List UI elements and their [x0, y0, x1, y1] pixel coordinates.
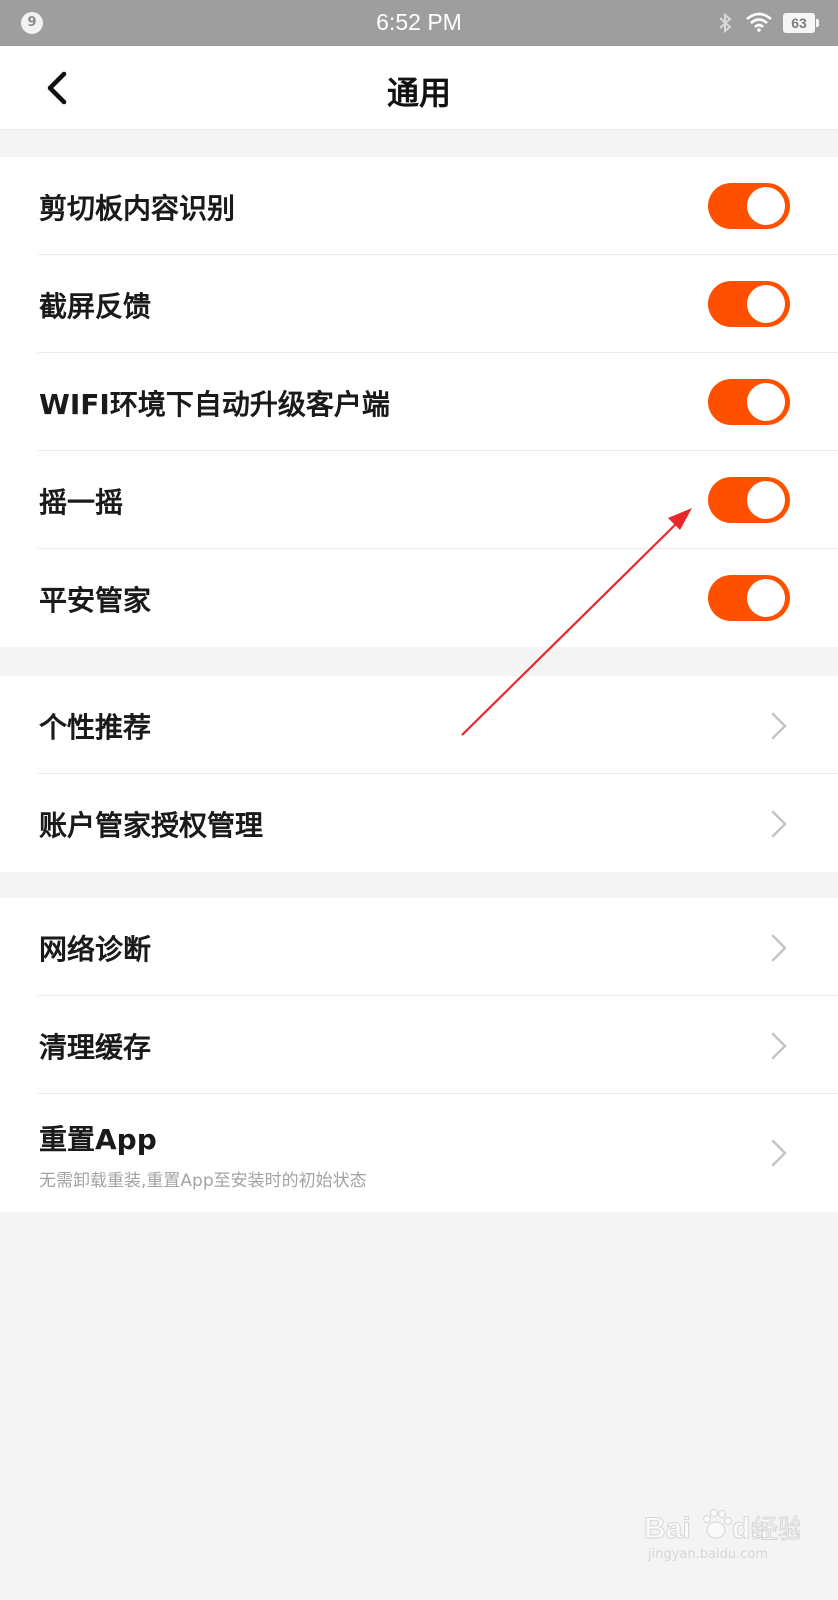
chevron-right-icon — [771, 712, 787, 740]
setting-label: 截屏反馈 — [39, 290, 152, 323]
page-title: 通用 — [386, 74, 451, 112]
setting-row-clear-cache[interactable]: 清理缓存 — [0, 996, 838, 1094]
setting-label: 账户管家授权管理 — [39, 809, 264, 842]
paw-icon — [703, 1509, 732, 1539]
setting-row-wifi-auto-upgrade[interactable]: WIFI环境下自动升级客户端 — [0, 353, 838, 451]
chevron-right-icon — [771, 810, 787, 838]
setting-label: 平安管家 — [39, 584, 152, 617]
chevron-right-icon — [771, 1032, 787, 1060]
safety-manager-toggle[interactable] — [708, 575, 790, 621]
privacy-settings-group: 个性推荐 账户管家授权管理 — [0, 676, 838, 872]
setting-row-clipboard-recognition[interactable]: 剪切板内容识别 — [0, 157, 838, 255]
chevron-right-icon — [771, 1139, 787, 1167]
baidu-jingyan-watermark: Bai du 经验 jingyan.baidu.com — [644, 1509, 800, 1562]
shake-toggle[interactable] — [708, 477, 790, 523]
setting-row-network-diagnosis[interactable]: 网络诊断 — [0, 898, 838, 996]
status-time: 6:52 PM — [376, 9, 462, 35]
toggle-knob — [747, 285, 785, 323]
setting-label: 清理缓存 — [39, 1031, 152, 1064]
toggle-knob — [747, 187, 785, 225]
setting-label: 剪切板内容识别 — [39, 192, 236, 225]
nav-bar: 通用 — [0, 46, 838, 130]
wifi-auto-upgrade-toggle[interactable] — [708, 379, 790, 425]
tools-settings-group: 网络诊断 清理缓存 重置App 无需卸载重装,重置App至安装时的初始状态 — [0, 898, 838, 1212]
watermark-url: jingyan.baidu.com — [647, 1547, 768, 1562]
clipboard-recognition-toggle[interactable] — [708, 183, 790, 229]
setting-row-safety-manager[interactable]: 平安管家 — [0, 549, 838, 647]
setting-row-reset-app[interactable]: 重置App 无需卸载重装,重置App至安装时的初始状态 — [0, 1094, 838, 1212]
bluetooth-icon — [719, 12, 732, 34]
setting-label: 摇一摇 — [39, 486, 124, 519]
battery-icon: 63 — [783, 13, 819, 33]
setting-label: 个性推荐 — [39, 711, 152, 744]
watermark-brand: Bai — [644, 1512, 691, 1545]
setting-row-shake[interactable]: 摇一摇 — [0, 451, 838, 549]
setting-row-screenshot-feedback[interactable]: 截屏反馈 — [0, 255, 838, 353]
setting-row-personalized-recommendation[interactable]: 个性推荐 — [0, 676, 838, 774]
status-bar: 9 6:52 PM 63 — [0, 0, 838, 46]
toggle-knob — [747, 579, 785, 617]
chevron-right-icon — [771, 934, 787, 962]
toggle-knob — [747, 383, 785, 421]
watermark-product: 经验 — [752, 1515, 800, 1545]
setting-label: WIFI环境下自动升级客户端 — [39, 388, 390, 421]
setting-subtitle: 无需卸载重装,重置App至安装时的初始状态 — [39, 1171, 367, 1191]
toggle-settings-group: 剪切板内容识别 截屏反馈 WIFI环境下自动升级客户端 摇一摇 平安管家 — [0, 157, 838, 647]
setting-label: 重置App — [39, 1123, 157, 1156]
screenshot-feedback-toggle[interactable] — [708, 281, 790, 327]
wifi-icon — [746, 12, 772, 32]
toggle-knob — [747, 481, 785, 519]
setting-row-account-authorization[interactable]: 账户管家授权管理 — [0, 774, 838, 872]
setting-label: 网络诊断 — [39, 933, 152, 966]
